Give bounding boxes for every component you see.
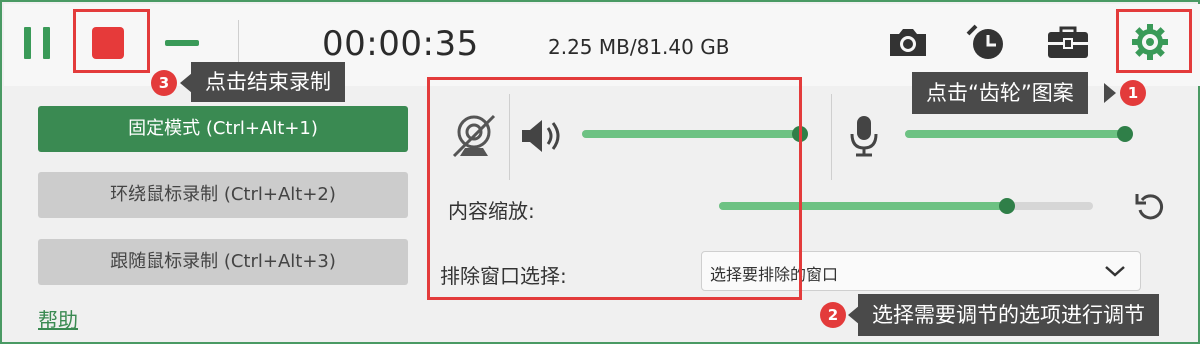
recorder-window: 00:00:35 2.25 MB/81.40 GB 固定模式 (Ctrl+Alt… xyxy=(0,0,1200,344)
annotation-2-tooltip: 选择需要调节的选项进行调节 xyxy=(858,294,1159,336)
annotation-3-tooltip: 点击结束录制 xyxy=(191,62,345,102)
microphone-icon[interactable] xyxy=(847,114,881,158)
mic-volume-knob[interactable] xyxy=(1117,126,1133,142)
annotation-gear-highlight xyxy=(1116,9,1192,73)
mode-around-mouse-button[interactable]: 环绕鼠标录制 (Ctrl+Alt+2) xyxy=(38,172,408,218)
recording-timer: 00:00:35 xyxy=(322,24,479,64)
mic-volume-slider[interactable] xyxy=(905,126,1133,142)
annotation-stop-highlight xyxy=(73,9,150,73)
annotation-1-tooltip: 点击“齿轮”图案 xyxy=(912,72,1088,114)
minimize-icon[interactable] xyxy=(165,40,199,46)
chevron-down-icon xyxy=(1104,262,1126,280)
alarm-clock-icon[interactable] xyxy=(964,22,1008,62)
reset-icon[interactable] xyxy=(1134,190,1166,222)
mic-divider xyxy=(831,94,832,180)
annotation-options-highlight xyxy=(427,77,802,300)
camera-icon[interactable] xyxy=(886,22,930,62)
annotation-1-arrow xyxy=(1104,83,1116,103)
annotation-2-badge: 2 xyxy=(820,302,846,328)
annotation-3-badge: 3 xyxy=(151,70,177,96)
mic-volume-fill xyxy=(905,130,1125,138)
pause-icon[interactable] xyxy=(24,27,54,59)
zoom-knob[interactable] xyxy=(998,198,1015,214)
toolbar-divider xyxy=(238,20,239,66)
annotation-1-badge: 1 xyxy=(1120,80,1146,106)
help-link[interactable]: 帮助 xyxy=(38,304,78,333)
mode-fixed-button[interactable]: 固定模式 (Ctrl+Alt+1) xyxy=(38,106,408,152)
mode-follow-mouse-button[interactable]: 跟随鼠标录制 (Ctrl+Alt+3) xyxy=(38,239,408,285)
storage-status: 2.25 MB/81.40 GB xyxy=(548,35,730,59)
toolbox-icon[interactable] xyxy=(1046,22,1090,62)
